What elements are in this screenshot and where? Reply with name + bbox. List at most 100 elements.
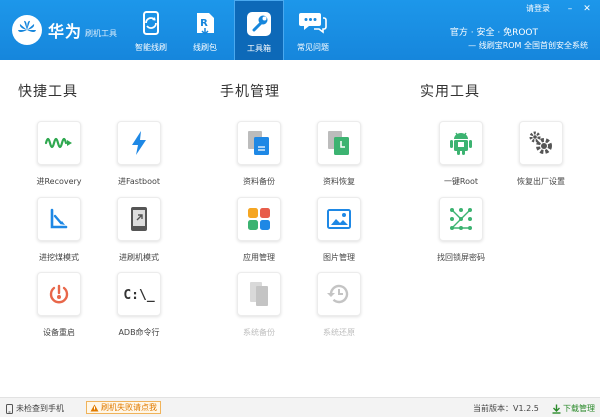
command-line-icon: C:\_ xyxy=(123,288,154,303)
logo-subtitle: 刷机工具 xyxy=(85,28,118,38)
nav-label: 常见问题 xyxy=(297,43,329,52)
nav-smart-flash[interactable]: 智能线刷 xyxy=(126,0,176,60)
tool-label: ADB命令行 xyxy=(118,328,160,337)
tool-label: 一键Root xyxy=(443,177,479,186)
tool-label: 设备重启 xyxy=(43,328,75,337)
tool-button[interactable]: C:\_ xyxy=(117,272,161,316)
tool-button[interactable] xyxy=(117,121,161,165)
rom-package-icon: R xyxy=(190,8,220,38)
nav-toolbox[interactable]: 工具箱 xyxy=(234,0,284,60)
app-logo: 华为 刷机工具 xyxy=(12,13,134,47)
android-root-icon xyxy=(450,132,472,155)
smart-flash-icon xyxy=(136,8,166,38)
tool-button[interactable] xyxy=(317,121,361,165)
pattern-lock-icon xyxy=(450,208,472,230)
slogan-line-2: — 线刷宝ROM 全国首创安全系统 xyxy=(468,41,588,50)
tool-find-lock-password[interactable]: 找回锁屏密码 xyxy=(428,197,494,263)
data-backup-icon xyxy=(248,131,269,155)
tool-label: 进挖煤模式 xyxy=(39,253,79,262)
nav-label: 智能线刷 xyxy=(135,43,167,52)
picture-manager-icon xyxy=(327,209,351,229)
login-link[interactable]: 请登录 xyxy=(526,3,550,14)
tool-reboot[interactable]: 设备重启 xyxy=(26,272,92,338)
tool-factory-reset[interactable]: 恢复出厂设置 xyxy=(508,121,574,187)
download-manager-link[interactable]: 下载管理 xyxy=(552,403,595,414)
flash-mode-icon xyxy=(131,207,147,231)
system-restore-icon xyxy=(327,284,349,304)
app-header: 华为 刷机工具 智能线刷 R 线刷包 工具箱 常见问题 请登录 – ✕ 官方 ·… xyxy=(0,0,600,60)
help-text: 刷机失败请点我 xyxy=(101,403,157,412)
flash-failed-help-link[interactable]: 刷机失败请点我 xyxy=(86,401,161,414)
app-manager-icon xyxy=(248,208,270,230)
tool-button[interactable] xyxy=(237,121,281,165)
svg-text:R: R xyxy=(200,18,208,29)
tool-label: 资料备份 xyxy=(243,177,275,186)
download-text: 下载管理 xyxy=(563,404,595,413)
tool-label: 进刷机模式 xyxy=(119,253,159,262)
tool-mining-mode[interactable]: 进挖煤模式 xyxy=(26,197,92,263)
tool-label: 进Recovery xyxy=(36,177,82,186)
tool-system-backup[interactable]: 系统备份 xyxy=(226,272,292,338)
tool-button[interactable] xyxy=(37,272,81,316)
tool-button[interactable] xyxy=(317,272,361,316)
logo-brand: 华为 xyxy=(48,22,83,41)
tool-fastboot[interactable]: 进Fastboot xyxy=(106,121,172,187)
tool-app-manager[interactable]: 应用管理 xyxy=(226,197,292,263)
slogan-line-1: 官方 · 安全 · 免ROOT xyxy=(449,28,538,38)
phone-icon xyxy=(6,403,13,414)
tool-one-key-root[interactable]: 一键Root xyxy=(428,121,494,187)
data-restore-icon xyxy=(328,131,349,155)
tool-label: 进Fastboot xyxy=(117,177,161,186)
section-title-phone-management: 手机管理 xyxy=(220,84,280,100)
tool-data-backup[interactable]: 资料备份 xyxy=(226,121,292,187)
section-title-quick-tools: 快捷工具 xyxy=(18,84,78,100)
nav-rom-package[interactable]: R 线刷包 xyxy=(180,0,230,60)
tool-label: 系统还原 xyxy=(323,328,355,337)
nav-label: 工具箱 xyxy=(247,44,271,53)
device-status-text: 未检查到手机 xyxy=(16,404,64,413)
section-title-utilities: 实用工具 xyxy=(420,84,480,100)
main-nav: 智能线刷 R 线刷包 工具箱 常见问题 xyxy=(126,0,342,60)
window-controls: 请登录 – ✕ xyxy=(526,3,592,14)
tool-label: 图片管理 xyxy=(323,253,355,262)
reboot-icon xyxy=(49,284,69,304)
device-status: 未检查到手机 xyxy=(6,403,64,414)
tool-button[interactable] xyxy=(237,272,281,316)
tool-button[interactable] xyxy=(237,197,281,241)
tool-button[interactable] xyxy=(37,197,81,241)
version-text: 当前版本：V1.2.5 xyxy=(473,404,539,413)
tool-button[interactable] xyxy=(117,197,161,241)
tool-button[interactable] xyxy=(317,197,361,241)
tool-label: 找回锁屏密码 xyxy=(437,253,485,262)
tool-label: 应用管理 xyxy=(243,253,275,262)
factory-reset-gears-icon xyxy=(529,131,552,154)
download-icon xyxy=(552,404,561,414)
tool-label: 系统备份 xyxy=(243,328,275,337)
fastboot-bolt-icon xyxy=(132,131,146,155)
huawei-logo-icon xyxy=(12,15,42,45)
tool-label: 资料恢复 xyxy=(323,177,355,186)
toolbox-icon xyxy=(244,9,274,39)
nav-faq[interactable]: 常见问题 xyxy=(288,0,338,60)
tool-adb-command[interactable]: C:\_ ADB命令行 xyxy=(106,272,172,338)
minimize-button[interactable]: – xyxy=(565,4,575,14)
tool-data-restore[interactable]: 资料恢复 xyxy=(306,121,372,187)
faq-chat-icon xyxy=(298,8,328,38)
status-bar: 未检查到手机 刷机失败请点我 当前版本：V1.2.5 下载管理 xyxy=(0,397,600,417)
tool-recovery[interactable]: 进Recovery xyxy=(26,121,92,187)
tool-button[interactable] xyxy=(37,121,81,165)
tool-system-restore[interactable]: 系统还原 xyxy=(306,272,372,338)
mining-mode-icon xyxy=(50,208,68,229)
tool-button[interactable] xyxy=(439,121,483,165)
tool-flash-mode[interactable]: 进刷机模式 xyxy=(106,197,172,263)
close-button[interactable]: ✕ xyxy=(582,4,592,14)
tool-button[interactable] xyxy=(439,197,483,241)
tool-label: 恢复出厂设置 xyxy=(517,177,565,186)
svg-text:C:\_: C:\_ xyxy=(123,288,154,303)
system-backup-icon xyxy=(250,282,268,306)
nav-label: 线刷包 xyxy=(193,43,217,52)
warning-icon xyxy=(90,404,99,411)
tool-picture-manager[interactable]: 图片管理 xyxy=(306,197,372,263)
recovery-wave-icon xyxy=(44,137,72,149)
tool-button[interactable] xyxy=(519,121,563,165)
